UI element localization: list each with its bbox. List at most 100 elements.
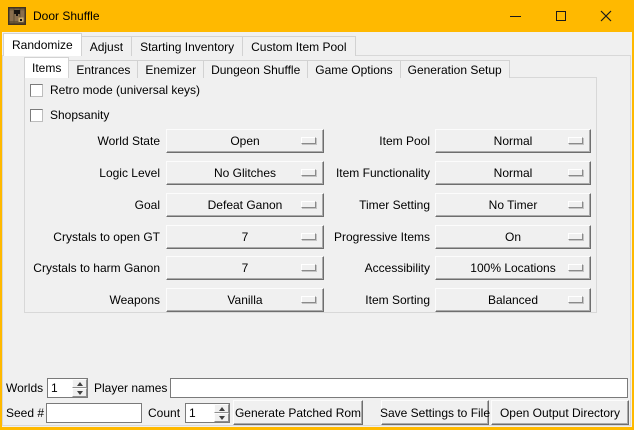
spin-down-icon[interactable] bbox=[72, 388, 87, 397]
accessibility-value: 100% Locations bbox=[470, 261, 555, 275]
crystals-harm-ganon-dropdown[interactable]: 7 bbox=[166, 256, 324, 280]
titlebar[interactable]: Door Shuffle bbox=[0, 0, 634, 32]
main-tab-bar: Randomize Adjust Starting Inventory Cust… bbox=[3, 33, 356, 56]
logic-level-value: No Glitches bbox=[214, 166, 276, 180]
seed-input[interactable] bbox=[46, 403, 142, 423]
count-label: Count bbox=[148, 403, 180, 423]
tab-label: Entrances bbox=[76, 63, 130, 77]
tab-label: Randomize bbox=[12, 38, 73, 52]
spinner-arrows bbox=[72, 379, 87, 397]
form-row: Weapons Vanilla Item Sorting Balanced bbox=[2, 288, 632, 312]
dropdown-indicator-icon bbox=[568, 233, 583, 240]
weapons-dropdown[interactable]: Vanilla bbox=[166, 288, 324, 312]
window-title: Door Shuffle bbox=[33, 9, 100, 23]
progressive-items-label: Progressive Items bbox=[302, 225, 430, 249]
retro-mode-checkbox[interactable] bbox=[30, 84, 43, 97]
timer-setting-dropdown[interactable]: No Timer bbox=[435, 193, 591, 217]
goal-dropdown[interactable]: Defeat Ganon bbox=[166, 193, 324, 217]
retro-mode-label: Retro mode (universal keys) bbox=[50, 83, 200, 97]
spin-up-icon[interactable] bbox=[214, 404, 229, 413]
form-row: Goal Defeat Ganon Timer Setting No Timer bbox=[2, 193, 632, 217]
weapons-value: Vanilla bbox=[227, 293, 262, 307]
tab-randomize[interactable]: Randomize bbox=[3, 33, 82, 56]
sub-tab-bar: Items Entrances Enemizer Dungeon Shuffle… bbox=[24, 57, 510, 78]
accessibility-label: Accessibility bbox=[302, 256, 430, 280]
tab-label: Game Options bbox=[315, 63, 392, 77]
worlds-spinner[interactable] bbox=[47, 378, 88, 398]
tab-label: Starting Inventory bbox=[140, 40, 234, 54]
goal-label: Goal bbox=[2, 193, 160, 217]
dropdown-indicator-icon bbox=[568, 296, 583, 303]
retro-mode-checkbox-row[interactable]: Retro mode (universal keys) bbox=[30, 83, 200, 97]
tab-starting-inventory[interactable]: Starting Inventory bbox=[131, 36, 243, 56]
spinner-arrows bbox=[214, 404, 229, 422]
button-label: Save Settings to File bbox=[380, 406, 490, 420]
player-names-label: Player names bbox=[94, 378, 167, 398]
shopsanity-checkbox-row[interactable]: Shopsanity bbox=[30, 108, 109, 122]
tab-label: Enemizer bbox=[145, 63, 196, 77]
item-sorting-label: Item Sorting bbox=[302, 288, 430, 312]
generate-patched-rom-button[interactable]: Generate Patched Rom bbox=[233, 400, 363, 425]
worlds-input[interactable] bbox=[48, 379, 72, 397]
form-row: Logic Level No Glitches Item Functionali… bbox=[2, 161, 632, 185]
dropdown-indicator-icon bbox=[568, 264, 583, 271]
item-functionality-value: Normal bbox=[494, 166, 533, 180]
tab-adjust[interactable]: Adjust bbox=[81, 36, 132, 56]
open-output-directory-button[interactable]: Open Output Directory bbox=[491, 400, 629, 425]
dropdown-indicator-icon bbox=[568, 201, 583, 208]
player-names-input[interactable] bbox=[170, 378, 628, 398]
accessibility-dropdown[interactable]: 100% Locations bbox=[435, 256, 591, 280]
button-label: Generate Patched Rom bbox=[235, 406, 361, 420]
tab-label: Adjust bbox=[90, 40, 123, 54]
item-functionality-dropdown[interactable]: Normal bbox=[435, 161, 591, 185]
minimize-icon[interactable] bbox=[493, 0, 538, 32]
shopsanity-label: Shopsanity bbox=[50, 108, 109, 122]
progressive-items-dropdown[interactable]: On bbox=[435, 225, 591, 249]
goal-value: Defeat Ganon bbox=[208, 198, 283, 212]
count-input[interactable] bbox=[186, 404, 214, 422]
tab-custom-item-pool[interactable]: Custom Item Pool bbox=[242, 36, 355, 56]
form-row: Crystals to open GT 7 Progressive Items … bbox=[2, 225, 632, 249]
subtab-items[interactable]: Items bbox=[24, 57, 69, 78]
subtab-generation-setup[interactable]: Generation Setup bbox=[400, 60, 510, 78]
dropdown-indicator-icon bbox=[568, 169, 583, 176]
app-icon bbox=[8, 7, 26, 25]
shopsanity-checkbox[interactable] bbox=[30, 109, 43, 122]
tab-label: Items bbox=[32, 61, 61, 75]
item-functionality-label: Item Functionality bbox=[302, 161, 430, 185]
world-state-label: World State bbox=[2, 129, 160, 153]
crystals-harm-ganon-label: Crystals to harm Ganon bbox=[2, 256, 160, 280]
world-state-dropdown[interactable]: Open bbox=[166, 129, 324, 153]
timer-setting-value: No Timer bbox=[489, 198, 538, 212]
spin-up-icon[interactable] bbox=[72, 379, 87, 388]
subtab-entrances[interactable]: Entrances bbox=[68, 60, 138, 78]
subtab-dungeon-shuffle[interactable]: Dungeon Shuffle bbox=[203, 60, 308, 78]
caption-controls bbox=[493, 0, 628, 32]
crystals-harm-ganon-value: 7 bbox=[242, 261, 249, 275]
form-row: Crystals to harm Ganon 7 Accessibility 1… bbox=[2, 256, 632, 280]
weapons-label: Weapons bbox=[2, 288, 160, 312]
seed-label: Seed # bbox=[6, 403, 44, 423]
client-area: Randomize Adjust Starting Inventory Cust… bbox=[2, 32, 632, 427]
crystals-open-gt-label: Crystals to open GT bbox=[2, 225, 160, 249]
subtab-game-options[interactable]: Game Options bbox=[307, 60, 400, 78]
subtab-enemizer[interactable]: Enemizer bbox=[137, 60, 204, 78]
item-pool-label: Item Pool bbox=[302, 129, 430, 153]
logic-level-label: Logic Level bbox=[2, 161, 160, 185]
save-settings-button[interactable]: Save Settings to File bbox=[381, 400, 489, 425]
item-sorting-value: Balanced bbox=[488, 293, 538, 307]
logic-level-dropdown[interactable]: No Glitches bbox=[166, 161, 324, 185]
spin-down-icon[interactable] bbox=[214, 413, 229, 422]
app-window: Door Shuffle Randomize Adjust Starting I… bbox=[0, 0, 634, 430]
timer-setting-label: Timer Setting bbox=[302, 193, 430, 217]
item-pool-dropdown[interactable]: Normal bbox=[435, 129, 591, 153]
close-icon[interactable] bbox=[583, 0, 628, 32]
item-pool-value: Normal bbox=[494, 134, 533, 148]
world-state-value: Open bbox=[230, 134, 259, 148]
form-row: World State Open Item Pool Normal bbox=[2, 129, 632, 153]
item-sorting-dropdown[interactable]: Balanced bbox=[435, 288, 591, 312]
maximize-icon[interactable] bbox=[538, 0, 583, 32]
tab-label: Dungeon Shuffle bbox=[211, 63, 300, 77]
count-spinner[interactable] bbox=[185, 403, 230, 423]
crystals-open-gt-dropdown[interactable]: 7 bbox=[166, 225, 324, 249]
